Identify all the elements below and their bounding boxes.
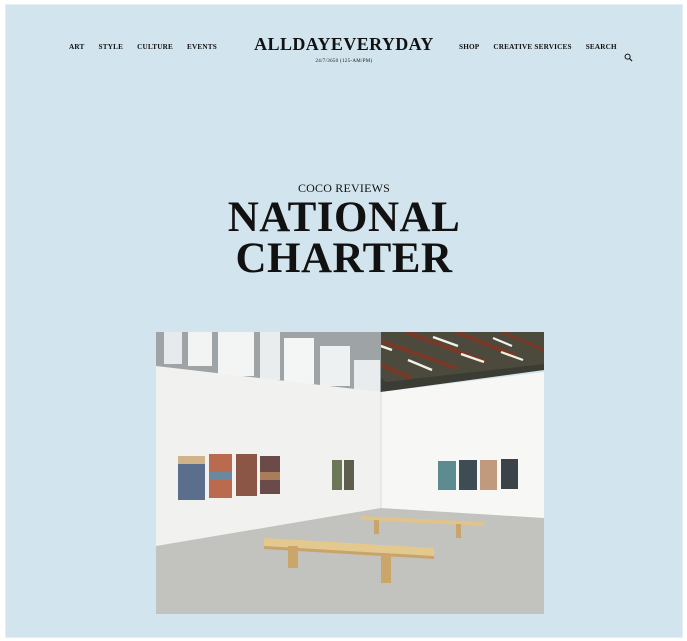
nav-shop[interactable]: SHOP [459, 43, 479, 51]
article-title: NATIONAL CHARTER [227, 194, 461, 282]
search-icon[interactable] [624, 53, 633, 62]
page: ART STYLE CULTURE EVENTS ALLDAYEVERYDAY … [6, 5, 682, 637]
nav-right: SHOP CREATIVE SERVICES SEARCH [459, 43, 617, 51]
hero-image [156, 332, 544, 614]
site-tagline: 24/7/3650 (125-AM/PM) [315, 59, 373, 64]
nav-creative-services[interactable]: CREATIVE SERVICES [493, 43, 571, 51]
nav-search[interactable]: SEARCH [586, 43, 617, 51]
site-header: ART STYLE CULTURE EVENTS ALLDAYEVERYDAY … [6, 5, 682, 85]
